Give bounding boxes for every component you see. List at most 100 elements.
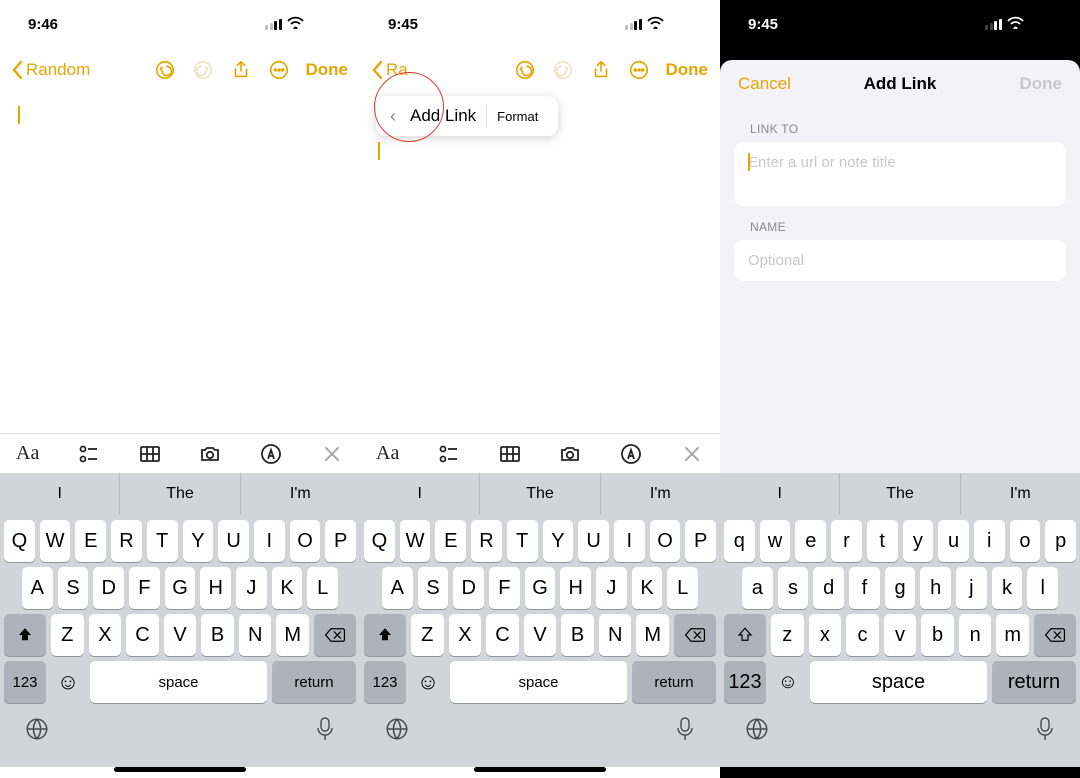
key[interactable]: A — [382, 567, 413, 609]
emoji-key[interactable]: ☺ — [411, 661, 445, 703]
key[interactable]: A — [22, 567, 53, 609]
key[interactable]: X — [89, 614, 122, 656]
more-icon[interactable] — [268, 59, 290, 81]
keyboard[interactable]: I The I'm qwertyuiop asdfghjkl zxcvbnm 1… — [720, 473, 1080, 767]
camera-icon[interactable] — [558, 442, 582, 466]
suggestion[interactable]: I'm — [241, 473, 360, 515]
key[interactable]: G — [525, 567, 556, 609]
table-icon[interactable] — [498, 442, 522, 466]
key[interactable]: T — [507, 520, 538, 562]
key[interactable]: x — [809, 614, 842, 656]
key[interactable]: B — [561, 614, 594, 656]
key[interactable]: Y — [183, 520, 214, 562]
share-icon[interactable] — [230, 59, 252, 81]
close-icon[interactable] — [320, 442, 344, 466]
key[interactable]: N — [239, 614, 272, 656]
suggestion[interactable]: The — [120, 473, 240, 515]
key[interactable]: c — [846, 614, 879, 656]
emoji-key[interactable]: ☺ — [51, 661, 85, 703]
key[interactable]: l — [1027, 567, 1058, 609]
key[interactable]: J — [236, 567, 267, 609]
key[interactable]: d — [813, 567, 844, 609]
markup-icon[interactable] — [619, 442, 643, 466]
key[interactable]: M — [636, 614, 669, 656]
key[interactable]: W — [400, 520, 431, 562]
globe-icon[interactable] — [744, 716, 770, 742]
return-key[interactable]: return — [632, 661, 716, 703]
key[interactable]: p — [1045, 520, 1076, 562]
suggestion[interactable]: I'm — [961, 473, 1080, 515]
key[interactable]: h — [920, 567, 951, 609]
mic-icon[interactable] — [314, 716, 336, 742]
space-key[interactable]: space — [90, 661, 267, 703]
shift-key[interactable] — [364, 614, 406, 656]
back-button[interactable]: Random — [12, 60, 90, 80]
markup-icon[interactable] — [259, 442, 283, 466]
key[interactable]: F — [129, 567, 160, 609]
key[interactable]: U — [218, 520, 249, 562]
key[interactable]: D — [453, 567, 484, 609]
space-key[interactable]: space — [450, 661, 627, 703]
key[interactable]: T — [147, 520, 178, 562]
menu-add-link[interactable]: Add Link — [400, 106, 486, 126]
numbers-key[interactable]: 123 — [724, 661, 766, 703]
key[interactable]: v — [884, 614, 917, 656]
key[interactable]: P — [325, 520, 356, 562]
key[interactable]: H — [560, 567, 591, 609]
done-button[interactable]: Done — [306, 60, 349, 80]
key[interactable]: Y — [543, 520, 574, 562]
text-format-icon[interactable]: Aa — [376, 442, 400, 466]
key[interactable]: F — [489, 567, 520, 609]
suggestion[interactable]: The — [480, 473, 600, 515]
key[interactable]: o — [1010, 520, 1041, 562]
key[interactable]: R — [111, 520, 142, 562]
mic-icon[interactable] — [1034, 716, 1056, 742]
home-indicator[interactable] — [114, 767, 246, 772]
key[interactable]: n — [959, 614, 992, 656]
numbers-key[interactable]: 123 — [4, 661, 46, 703]
link-to-field[interactable]: Enter a url or note title — [734, 142, 1066, 206]
checklist-icon[interactable] — [437, 442, 461, 466]
key[interactable]: J — [596, 567, 627, 609]
key[interactable]: e — [795, 520, 826, 562]
key[interactable]: I — [254, 520, 285, 562]
key[interactable]: j — [956, 567, 987, 609]
key[interactable]: k — [992, 567, 1023, 609]
return-key[interactable]: return — [992, 661, 1076, 703]
key[interactable]: M — [276, 614, 309, 656]
key[interactable]: u — [938, 520, 969, 562]
key[interactable]: s — [778, 567, 809, 609]
key[interactable]: g — [885, 567, 916, 609]
key[interactable]: i — [974, 520, 1005, 562]
note-body[interactable]: ‹ Add Link Format — [360, 92, 720, 433]
key[interactable]: B — [201, 614, 234, 656]
undo-icon[interactable] — [154, 59, 176, 81]
suggestion[interactable]: I — [360, 473, 480, 515]
suggestion[interactable]: I — [720, 473, 840, 515]
key[interactable]: U — [578, 520, 609, 562]
done-button[interactable]: Done — [666, 60, 709, 80]
key[interactable]: D — [93, 567, 124, 609]
suggestion[interactable]: The — [840, 473, 960, 515]
key[interactable]: S — [418, 567, 449, 609]
mic-icon[interactable] — [674, 716, 696, 742]
return-key[interactable]: return — [272, 661, 356, 703]
checklist-icon[interactable] — [77, 442, 101, 466]
key[interactable]: V — [164, 614, 197, 656]
key[interactable]: X — [449, 614, 482, 656]
key[interactable]: S — [58, 567, 89, 609]
key[interactable]: b — [921, 614, 954, 656]
undo-icon[interactable] — [514, 59, 536, 81]
note-body[interactable] — [0, 92, 360, 433]
key[interactable]: H — [200, 567, 231, 609]
key[interactable]: E — [435, 520, 466, 562]
backspace-key[interactable] — [674, 614, 716, 656]
back-button[interactable]: Ra — [372, 60, 408, 80]
keyboard[interactable]: I The I'm QWERTYUIOP ASDFGHJKL ZXCVBNM 1… — [0, 473, 360, 767]
key[interactable]: y — [903, 520, 934, 562]
cancel-button[interactable]: Cancel — [738, 74, 791, 94]
key[interactable]: t — [867, 520, 898, 562]
key[interactable]: Q — [4, 520, 35, 562]
keyboard[interactable]: I The I'm QWERTYUIOP ASDFGHJKL ZXCVBNM 1… — [360, 473, 720, 767]
menu-format[interactable]: Format — [487, 109, 548, 124]
